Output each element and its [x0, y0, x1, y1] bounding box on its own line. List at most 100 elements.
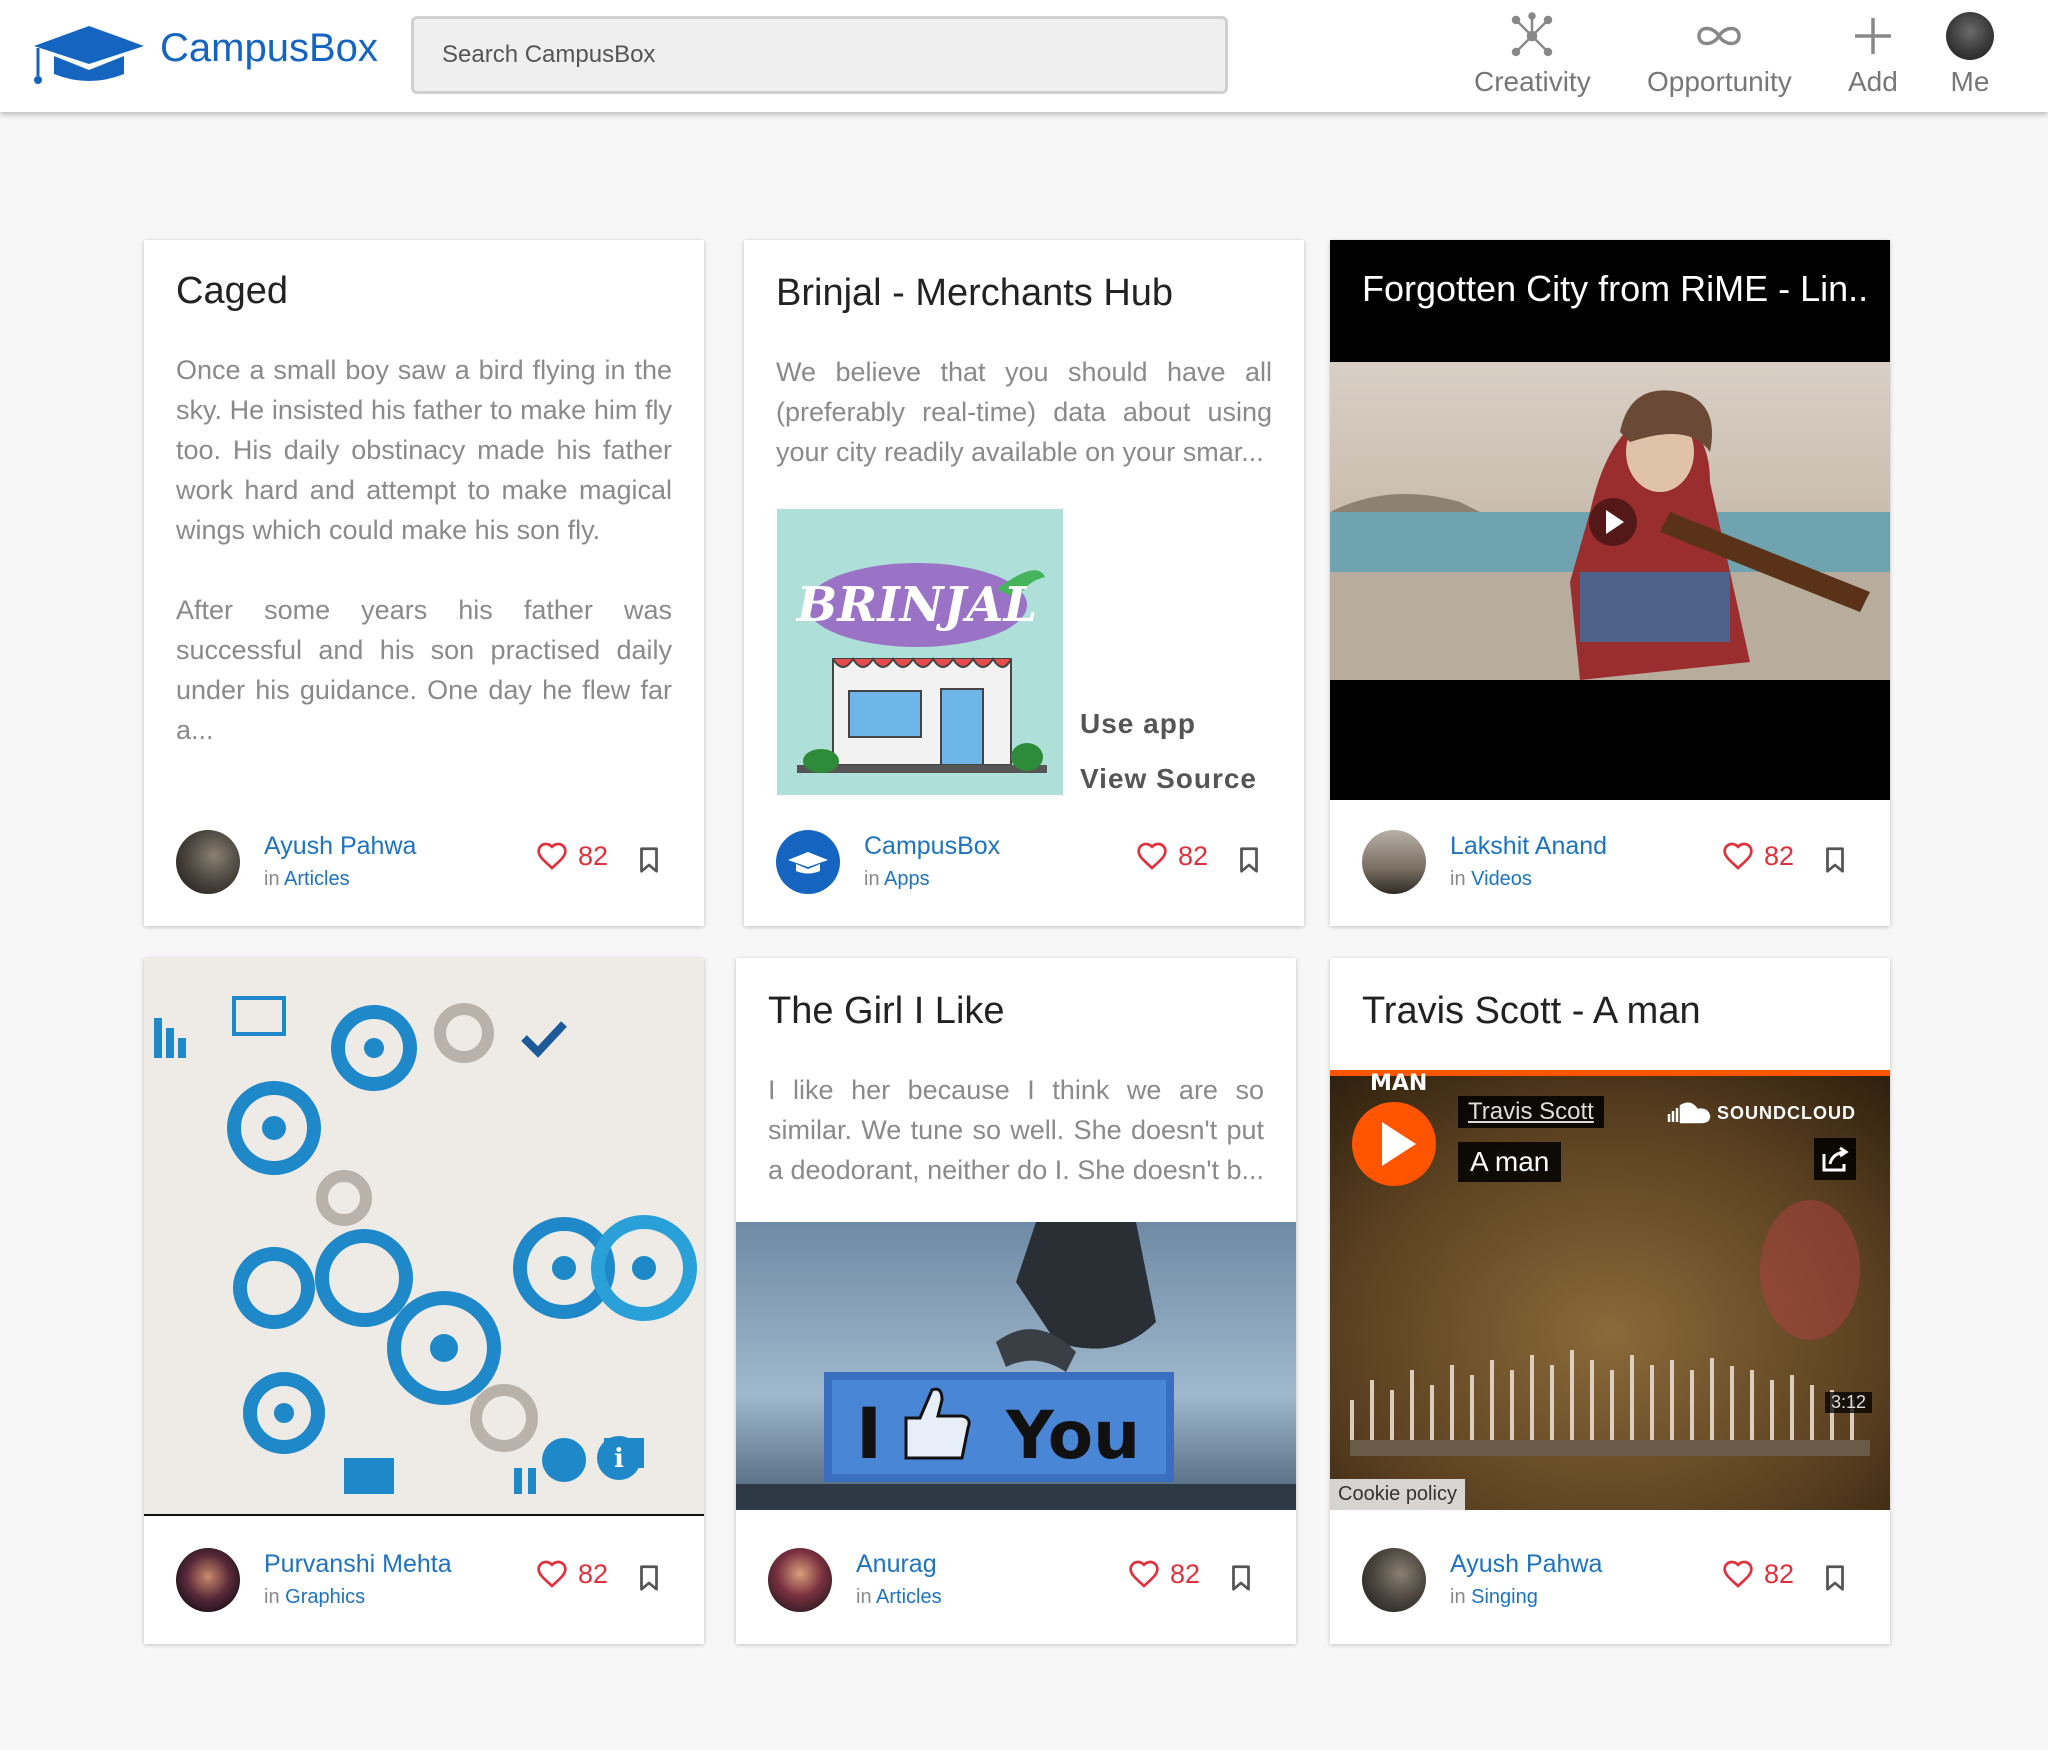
- post-card[interactable]: i Purvanshi Mehta in Graphics 82: [144, 958, 704, 1644]
- use-app-link[interactable]: Use app: [1080, 708, 1196, 740]
- cookie-policy-link[interactable]: Cookie policy: [1330, 1479, 1465, 1510]
- author-name[interactable]: CampusBox: [864, 832, 1000, 861]
- category-link[interactable]: Articles: [284, 868, 350, 890]
- soundcloud-cloud-icon: [1667, 1102, 1711, 1124]
- bookmark-icon[interactable]: [1820, 844, 1850, 876]
- post-card[interactable]: Brinjal - Merchants Hub We believe that …: [744, 240, 1304, 926]
- post-title[interactable]: Brinjal - Merchants Hub: [776, 272, 1173, 315]
- author-avatar[interactable]: [776, 830, 840, 894]
- bookmark-icon[interactable]: [1820, 1562, 1850, 1594]
- author-avatar[interactable]: [1362, 1548, 1426, 1612]
- view-source-link[interactable]: View Source: [1080, 763, 1257, 795]
- category-link[interactable]: Articles: [876, 1586, 942, 1608]
- artwork-banner-text: MAN: [1370, 1071, 1427, 1096]
- video-title[interactable]: Forgotten City from RiME - Lin..: [1362, 268, 1868, 310]
- author-avatar[interactable]: [176, 830, 240, 894]
- soundcloud-logo[interactable]: SOUNDCLOUD: [1667, 1102, 1856, 1124]
- graduation-cap-logo-icon[interactable]: [30, 22, 148, 88]
- heart-icon: [536, 840, 568, 872]
- excerpt-paragraph: After some years his father was successf…: [176, 595, 672, 745]
- post-footer: Lakshit Anand in Videos 82: [1330, 798, 1890, 926]
- author-name[interactable]: Ayush Pahwa: [264, 832, 416, 861]
- like-button[interactable]: 82: [1128, 1558, 1200, 1590]
- post-image[interactable]: I You: [736, 1222, 1296, 1510]
- heart-icon: [1128, 1558, 1160, 1590]
- artist-link[interactable]: Travis Scott: [1458, 1096, 1604, 1128]
- author-category: in Apps: [864, 868, 930, 891]
- search-input[interactable]: [411, 16, 1228, 94]
- post-card[interactable]: Caged Once a small boy saw a bird flying…: [144, 240, 704, 926]
- track-name[interactable]: A man: [1458, 1142, 1562, 1182]
- bookmark-icon[interactable]: [634, 844, 664, 876]
- post-footer: CampusBox in Apps 82: [744, 798, 1304, 926]
- nav-label: Add: [1848, 66, 1898, 97]
- like-count: 82: [1763, 1558, 1794, 1589]
- nav-opportunity[interactable]: Opportunity: [1647, 12, 1792, 98]
- like-count: 82: [1169, 1558, 1200, 1589]
- post-footer: Anurag in Articles 82: [736, 1516, 1296, 1644]
- post-footer: Ayush Pahwa in Singing 82: [1330, 1516, 1890, 1644]
- post-title[interactable]: The Girl I Like: [768, 990, 1005, 1033]
- plus-icon: [1854, 18, 1891, 54]
- like-button[interactable]: 82: [1722, 1558, 1794, 1590]
- image-text: I: [856, 1393, 882, 1475]
- like-count: 82: [577, 1558, 608, 1589]
- author-avatar[interactable]: [768, 1548, 832, 1612]
- soundcloud-brand: SOUNDCLOUD: [1717, 1102, 1856, 1123]
- like-button[interactable]: 82: [536, 840, 608, 872]
- bookmark-icon[interactable]: [1226, 1562, 1256, 1594]
- like-button[interactable]: 82: [536, 1558, 608, 1590]
- graduation-cap-icon: [788, 852, 828, 874]
- excerpt-paragraph: I like her because I think we are so sim…: [768, 1075, 1265, 1185]
- nav-label: Me: [1950, 66, 1990, 97]
- bookmark-icon[interactable]: [1234, 844, 1264, 876]
- share-icon[interactable]: [1814, 1138, 1856, 1180]
- like-button[interactable]: 82: [1136, 840, 1208, 872]
- post-title[interactable]: Caged: [176, 270, 288, 313]
- like-count: 82: [1177, 840, 1208, 871]
- soundcloud-player[interactable]: MAN Travis Scott A man SOUNDCLOUD 3:12 C…: [1330, 1070, 1890, 1510]
- post-card[interactable]: The Girl I Like I like her because I thi…: [736, 958, 1296, 1644]
- nav-me[interactable]: Me: [1946, 12, 1994, 98]
- nav-label: Creativity: [1474, 66, 1591, 97]
- video-player[interactable]: Forgotten City from RiME - Lin..: [1330, 240, 1890, 800]
- author-name[interactable]: Purvanshi Mehta: [264, 1550, 452, 1579]
- category-link[interactable]: Singing: [1471, 1586, 1538, 1608]
- bookmark-icon[interactable]: [634, 1562, 664, 1594]
- graphic-artwork[interactable]: i: [144, 958, 704, 1516]
- svg-text:i: i: [614, 1444, 624, 1474]
- in-label: in: [264, 868, 280, 890]
- like-count: 82: [577, 840, 608, 871]
- category-link[interactable]: Videos: [1471, 868, 1532, 890]
- author-category: in Videos: [1450, 868, 1532, 891]
- app-thumbnail-text: BRINJAL: [795, 577, 1038, 633]
- brand-name[interactable]: CampusBox: [160, 26, 378, 71]
- video-frame[interactable]: [1330, 362, 1890, 680]
- heart-icon: [1722, 1558, 1754, 1590]
- infinity-icon: [1697, 26, 1742, 46]
- author-name[interactable]: Lakshit Anand: [1450, 832, 1607, 861]
- image-text: You: [1005, 1397, 1140, 1474]
- top-navigation-bar: CampusBox Creativity Opportunity Add Me: [0, 0, 2048, 112]
- post-excerpt: Once a small boy saw a bird flying in th…: [176, 350, 672, 750]
- author-name[interactable]: Ayush Pahwa: [1450, 1550, 1602, 1579]
- author-name[interactable]: Anurag: [856, 1550, 937, 1579]
- nav-creativity[interactable]: Creativity: [1474, 12, 1591, 98]
- post-footer: Purvanshi Mehta in Graphics 82: [144, 1516, 704, 1644]
- author-avatar[interactable]: [176, 1548, 240, 1612]
- post-card[interactable]: Travis Scott - A man MAN Travis Scott A …: [1330, 958, 1890, 1644]
- category-link[interactable]: Graphics: [285, 1586, 365, 1608]
- post-card[interactable]: Forgotten City from RiME - Lin.. Lakshit…: [1330, 240, 1890, 926]
- author-category: in Singing: [1450, 1586, 1538, 1609]
- app-thumbnail[interactable]: BRINJAL: [777, 509, 1063, 795]
- in-label: in: [264, 1586, 280, 1608]
- like-button[interactable]: 82: [1722, 840, 1794, 872]
- category-link[interactable]: Apps: [884, 868, 930, 890]
- excerpt-paragraph: We believe that you should have all (pre…: [776, 357, 1272, 467]
- in-label: in: [1450, 868, 1466, 890]
- post-title[interactable]: Travis Scott - A man: [1362, 990, 1701, 1033]
- nav-add[interactable]: Add: [1848, 12, 1898, 98]
- in-label: in: [864, 868, 880, 890]
- author-avatar[interactable]: [1362, 830, 1426, 894]
- track-duration: 3:12: [1824, 1392, 1872, 1413]
